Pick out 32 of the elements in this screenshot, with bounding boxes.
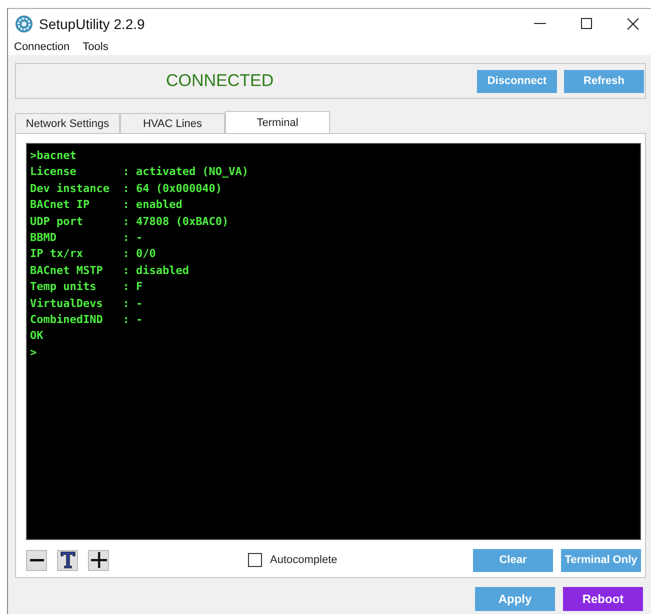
zoom-in-button[interactable] — [88, 550, 109, 570]
zoom-out-button[interactable] — [26, 550, 47, 570]
autocomplete-label[interactable]: Autocomplete — [270, 554, 338, 566]
plus-icon — [90, 552, 106, 568]
autocomplete-checkbox[interactable] — [248, 553, 262, 567]
terminal-line: Dev instance : 64 (0x000040) — [30, 180, 224, 197]
window-title: SetupUtility 2.2.9 — [39, 16, 145, 32]
terminal-line: VirtualDevs : - — [30, 296, 144, 312]
terminal-line: CombinedIND : - — [30, 312, 144, 328]
font-button[interactable] — [57, 550, 78, 570]
menu-item[interactable]: Tools — [82, 40, 108, 52]
tab[interactable]: Terminal — [225, 111, 330, 133]
connection-status: CONNECTED — [166, 71, 275, 91]
minimize-icon[interactable] — [534, 22, 546, 24]
terminal-line: BACnet IP : enabled — [30, 197, 184, 214]
reboot-button[interactable]: Reboot — [563, 587, 643, 611]
terminal-line: >bacnet — [30, 148, 78, 164]
terminal-line: OK — [30, 328, 44, 344]
terminal-line: License : activated (NO_VA) — [30, 164, 250, 180]
terminal-line: BACnet MSTP : disabled — [30, 262, 190, 279]
terminal-line: Temp units : F — [30, 279, 144, 296]
terminal-line: BBMD : - — [30, 230, 144, 246]
terminal-line: > — [30, 344, 38, 361]
gear-icon — [15, 14, 33, 32]
menu-item[interactable]: Connection — [14, 40, 70, 52]
letter-t-icon — [60, 551, 76, 569]
terminal-line: UDP port : 47808 (0xBAC0) — [30, 214, 230, 230]
terminal-line: IP tx/rx : 0/0 — [30, 246, 157, 262]
maximize-icon[interactable] — [581, 18, 592, 29]
tab[interactable]: HVAC Lines — [120, 113, 225, 133]
close-icon[interactable] — [627, 18, 639, 30]
tab[interactable]: Network Settings — [15, 113, 120, 133]
